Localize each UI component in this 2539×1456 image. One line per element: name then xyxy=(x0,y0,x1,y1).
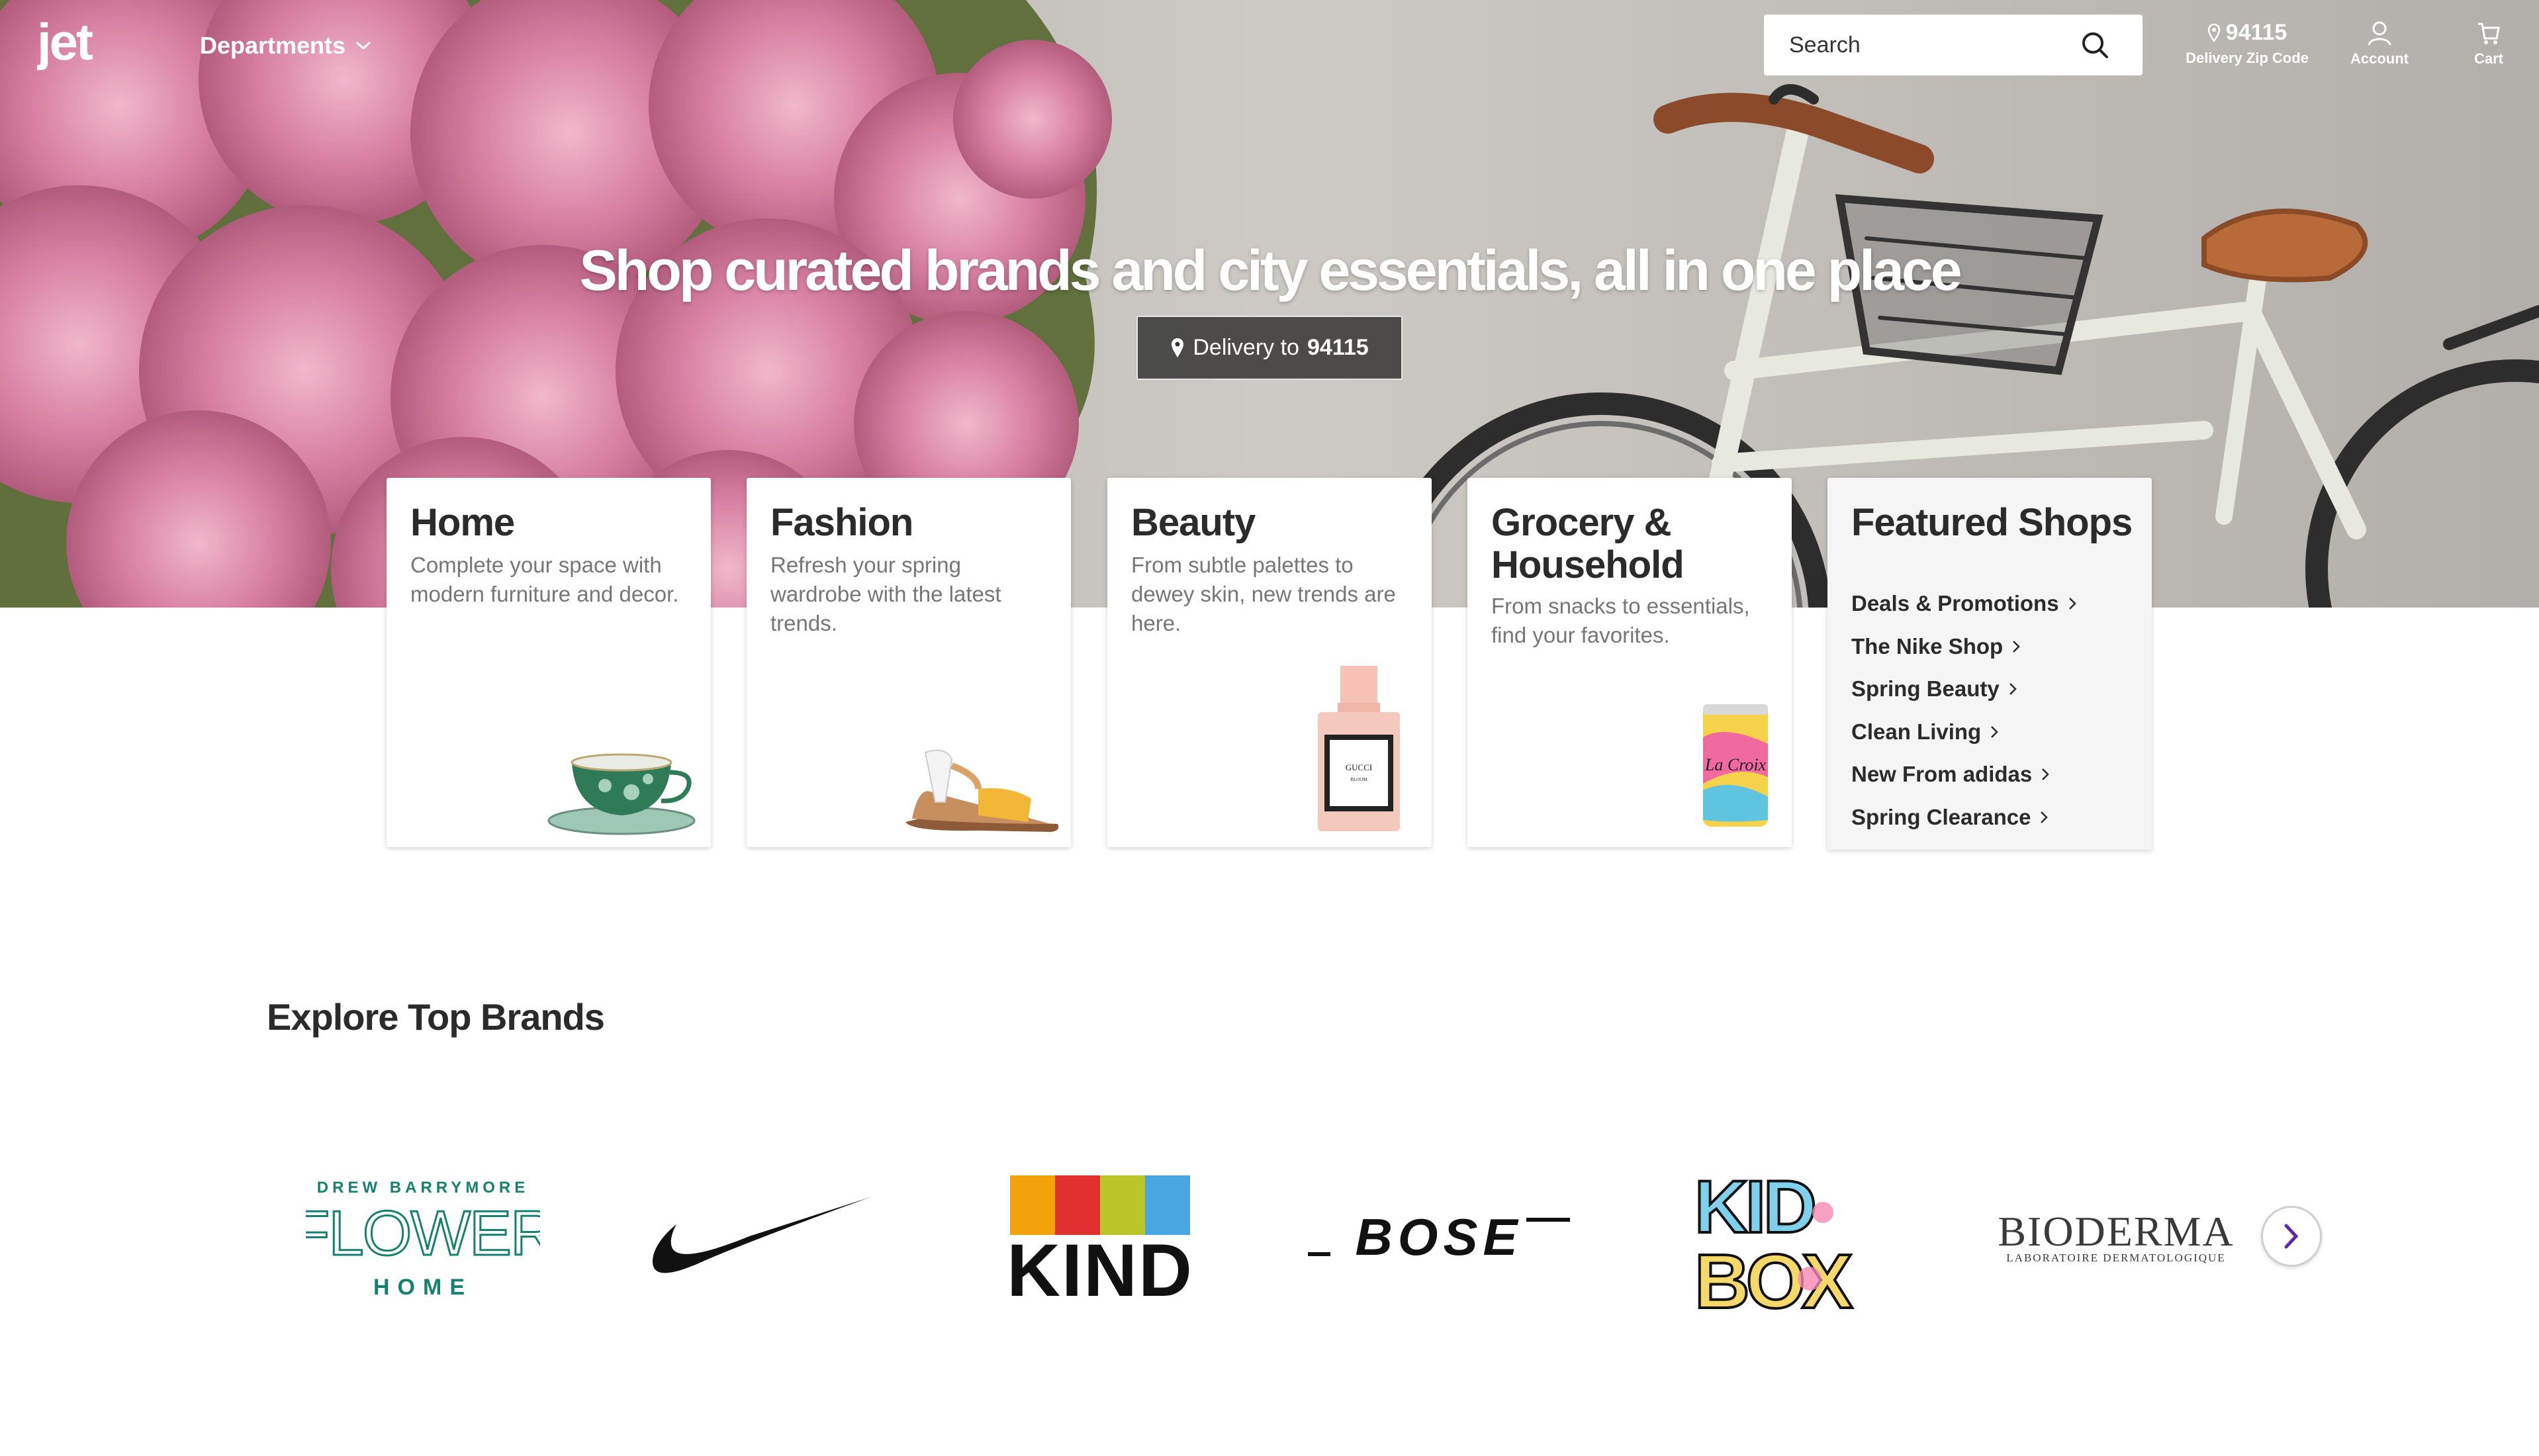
explore-brands-heading: Explore Top Brands xyxy=(267,996,605,1038)
category-card-grocery-household[interactable]: Grocery & Household From snacks to essen… xyxy=(1467,478,1792,847)
zip-label: Delivery Zip Code xyxy=(2186,50,2309,66)
chevron-right-icon xyxy=(2068,598,2076,610)
svg-text:LABORATOIRE DERMATOLOGIQUE: LABORATOIRE DERMATOLOGIQUE xyxy=(2006,1251,2225,1264)
departments-menu[interactable]: Departments xyxy=(200,32,372,60)
featured-shops-panel: Featured Shops Deals & Promotions The Ni… xyxy=(1827,478,2152,850)
shop-link-deals-promotions[interactable]: Deals & Promotions xyxy=(1851,582,2076,625)
shop-link-spring-clearance[interactable]: Spring Clearance xyxy=(1851,796,2076,839)
brand-logo-kind[interactable]: KIND xyxy=(1010,1175,1190,1300)
svg-text:BOSE: BOSE xyxy=(1355,1214,1522,1263)
search-bar xyxy=(1764,15,2143,75)
shop-link-label: The Nike Shop xyxy=(1851,633,2004,659)
card-title: Beauty xyxy=(1131,501,1256,544)
delivery-zip: 94115 xyxy=(1307,335,1369,360)
featured-shops-list: Deals & Promotions The Nike Shop Spring … xyxy=(1851,582,2076,839)
shop-link-new-from-adidas[interactable]: New From adidas xyxy=(1851,753,2076,796)
location-pin-icon xyxy=(1172,338,1184,357)
svg-text:BIODERMA: BIODERMA xyxy=(1998,1208,2234,1255)
brand-logo-flower-home[interactable]: DREW BARRYMORE FLOWER HOME xyxy=(306,1177,540,1298)
brand-logo-nike[interactable] xyxy=(650,1193,875,1283)
shop-link-spring-beauty[interactable]: Spring Beauty xyxy=(1851,668,2076,711)
brand-logo-kidbox[interactable]: KID BOX xyxy=(1690,1166,1870,1313)
account-button[interactable]: Account xyxy=(2343,20,2416,68)
chevron-right-icon xyxy=(2013,640,2020,653)
departments-label: Departments xyxy=(200,32,346,59)
brands-next-button[interactable] xyxy=(2261,1206,2322,1267)
svg-text:DREW BARRYMORE: DREW BARRYMORE xyxy=(317,1179,529,1197)
user-icon xyxy=(2368,21,2391,46)
location-pin-icon xyxy=(2207,23,2220,42)
svg-text:FLOWER: FLOWER xyxy=(306,1198,540,1269)
chevron-down-icon xyxy=(356,41,371,50)
svg-text:KIND: KIND xyxy=(1010,1229,1190,1300)
card-title: Fashion xyxy=(770,501,913,544)
cart-icon xyxy=(2478,23,2500,44)
delivery-zip-button[interactable]: 94115 Delivery Zip Code xyxy=(2178,20,2317,67)
shop-link-label: Spring Clearance xyxy=(1851,804,2031,829)
brand-logo-bioderma[interactable]: BIODERMA LABORATOIRE DERMATOLOGIQUE xyxy=(1996,1208,2236,1264)
shop-link-nike-shop[interactable]: The Nike Shop xyxy=(1851,625,2076,668)
perfume-bottle-image: GUCCI BLOOM xyxy=(1318,666,1400,831)
shop-link-label: Spring Beauty xyxy=(1851,676,2000,702)
zip-value: 94115 xyxy=(2225,20,2287,45)
card-description: From snacks to essentials, find your fav… xyxy=(1491,594,1750,647)
featured-shops-title: Featured Shops xyxy=(1851,501,2133,544)
svg-text:HOME: HOME xyxy=(373,1275,473,1298)
delivery-zip-cta[interactable]: Delivery to 94115 xyxy=(1136,316,1403,380)
lacroix-can-image: La Croix xyxy=(1703,704,1768,827)
svg-text:jet: jet xyxy=(37,15,93,71)
card-description: From subtle palettes to dewey skin, new … xyxy=(1131,553,1396,635)
search-icon[interactable] xyxy=(2080,30,2109,60)
search-input[interactable] xyxy=(1764,15,2075,75)
shop-link-label: Clean Living xyxy=(1851,719,1982,744)
chevron-right-icon xyxy=(2284,1224,2299,1249)
hero-title: Shop curated brands and city essentials,… xyxy=(579,239,1962,302)
category-card-beauty[interactable]: Beauty From subtle palettes to dewey ski… xyxy=(1107,478,1432,847)
card-description: Complete your space with modern furnitur… xyxy=(410,553,679,606)
delivery-prefix: Delivery to xyxy=(1193,335,1299,360)
shop-link-label: New From adidas xyxy=(1851,762,2033,787)
shop-link-label: Deals & Promotions xyxy=(1851,591,2059,616)
cart-button[interactable]: Cart xyxy=(2462,20,2515,68)
category-card-fashion[interactable]: Fashion Refresh your spring wardrobe wit… xyxy=(747,478,1071,847)
svg-text:KID: KID xyxy=(1694,1166,1814,1248)
brand-logo-bose[interactable]: BOSE xyxy=(1308,1214,1570,1263)
account-label: Account xyxy=(2350,50,2409,67)
perfume-label: GUCCI xyxy=(1346,762,1372,772)
svg-text:BOX: BOX xyxy=(1694,1238,1853,1313)
card-title: Home xyxy=(410,501,515,544)
teacup-image xyxy=(547,753,696,835)
card-title: Grocery & Household xyxy=(1491,501,1685,586)
top-navigation: jet Departments 94115 Delivery Zip Code … xyxy=(0,0,2539,93)
cart-label: Cart xyxy=(2473,50,2503,67)
shop-link-clean-living[interactable]: Clean Living xyxy=(1851,711,2076,754)
jet-logo[interactable]: jet xyxy=(37,15,130,74)
chevron-right-icon xyxy=(1991,725,1998,738)
perfume-sublabel: BLOOM xyxy=(1350,777,1367,782)
category-card-home[interactable]: Home Complete your space with modern fur… xyxy=(387,478,711,847)
lacroix-label: La Croix xyxy=(1704,755,1767,774)
chevron-right-icon xyxy=(2041,811,2049,823)
sandal-image xyxy=(905,749,1059,832)
card-description: Refresh your spring wardrobe with the la… xyxy=(770,553,1001,635)
chevron-right-icon xyxy=(2042,768,2050,781)
chevron-right-icon xyxy=(2009,683,2017,696)
